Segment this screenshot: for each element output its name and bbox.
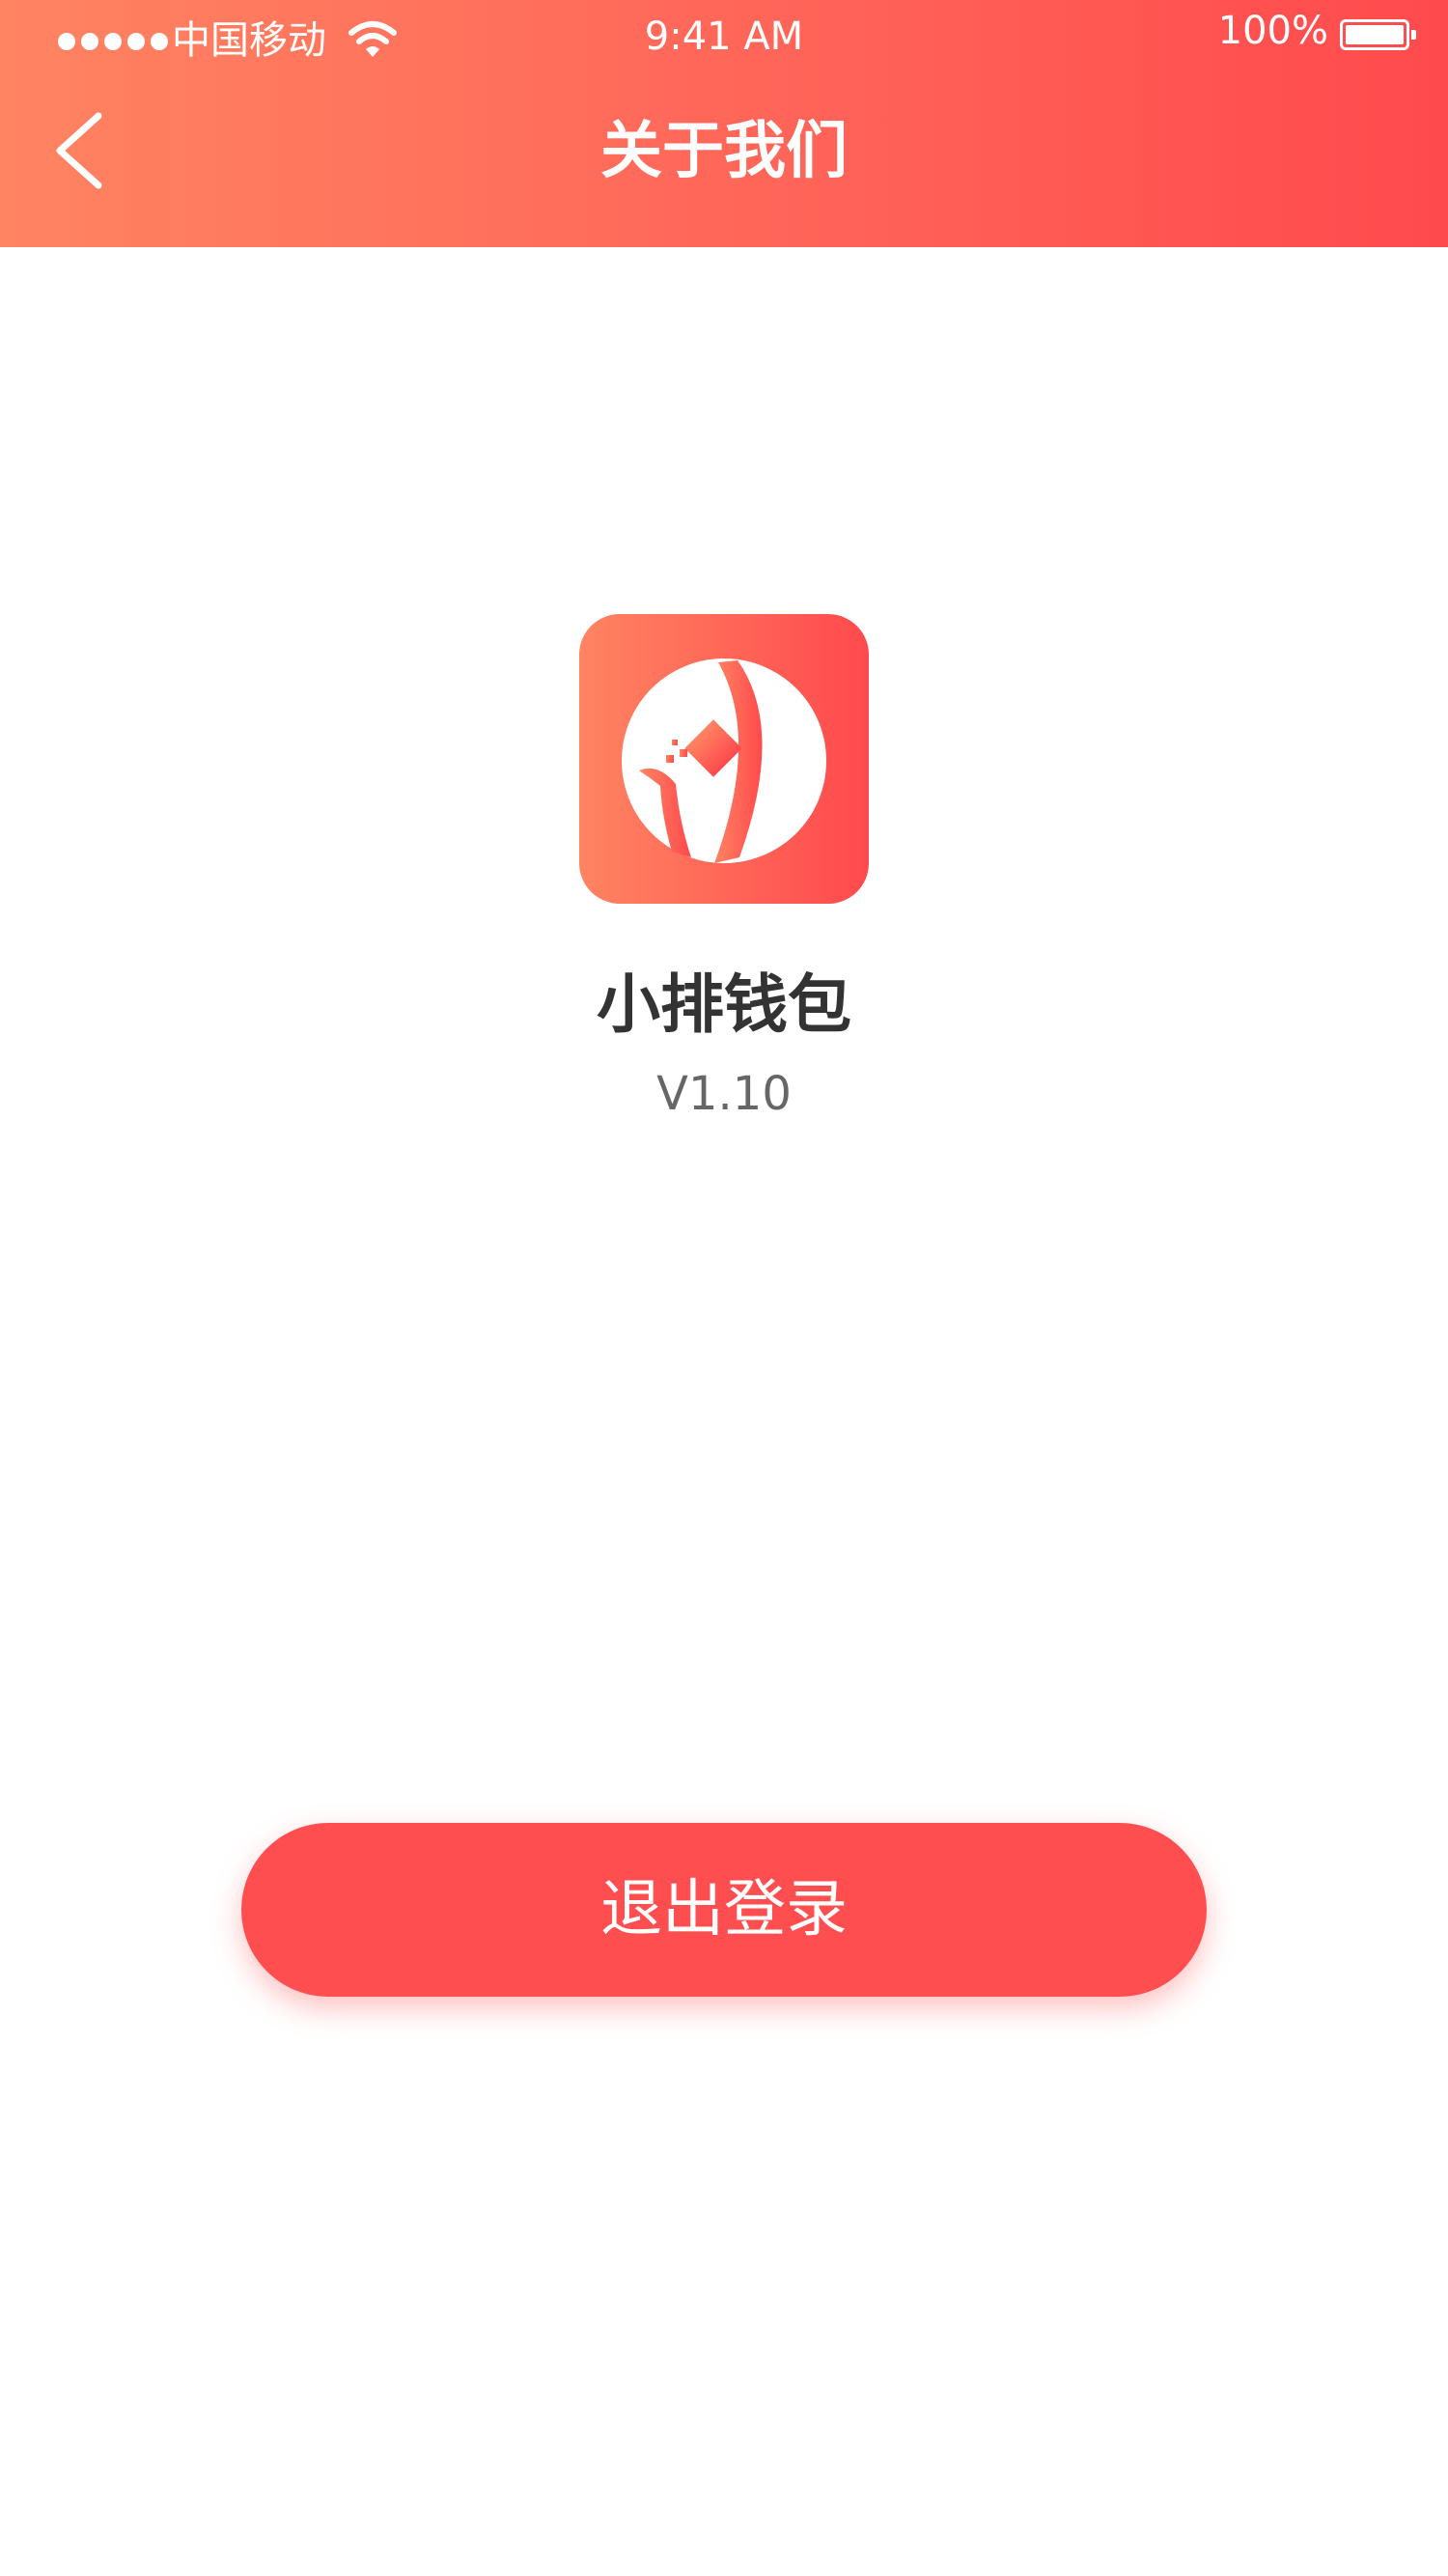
battery-icon: [1340, 19, 1416, 50]
page-title: 关于我们: [600, 116, 848, 187]
logout-button[interactable]: 退出登录: [241, 1823, 1207, 1997]
app-name: 小排钱包: [597, 967, 851, 1042]
navigation-bar: 关于我们: [0, 73, 1448, 247]
back-button[interactable]: [39, 102, 135, 199]
app-version: V1.10: [656, 1067, 792, 1121]
app-logo-icon: [579, 614, 869, 904]
chevron-left-icon: [56, 112, 102, 189]
about-us-screen: 中国移动 9:41 AM 100% 关于我们 小排钱包 V1.10 退出登录: [0, 0, 1448, 2576]
battery-percentage: 100%: [1217, 9, 1328, 53]
status-bar: 中国移动 9:41 AM 100%: [0, 0, 1448, 73]
header-gradient: 中国移动 9:41 AM 100% 关于我们: [0, 0, 1448, 247]
